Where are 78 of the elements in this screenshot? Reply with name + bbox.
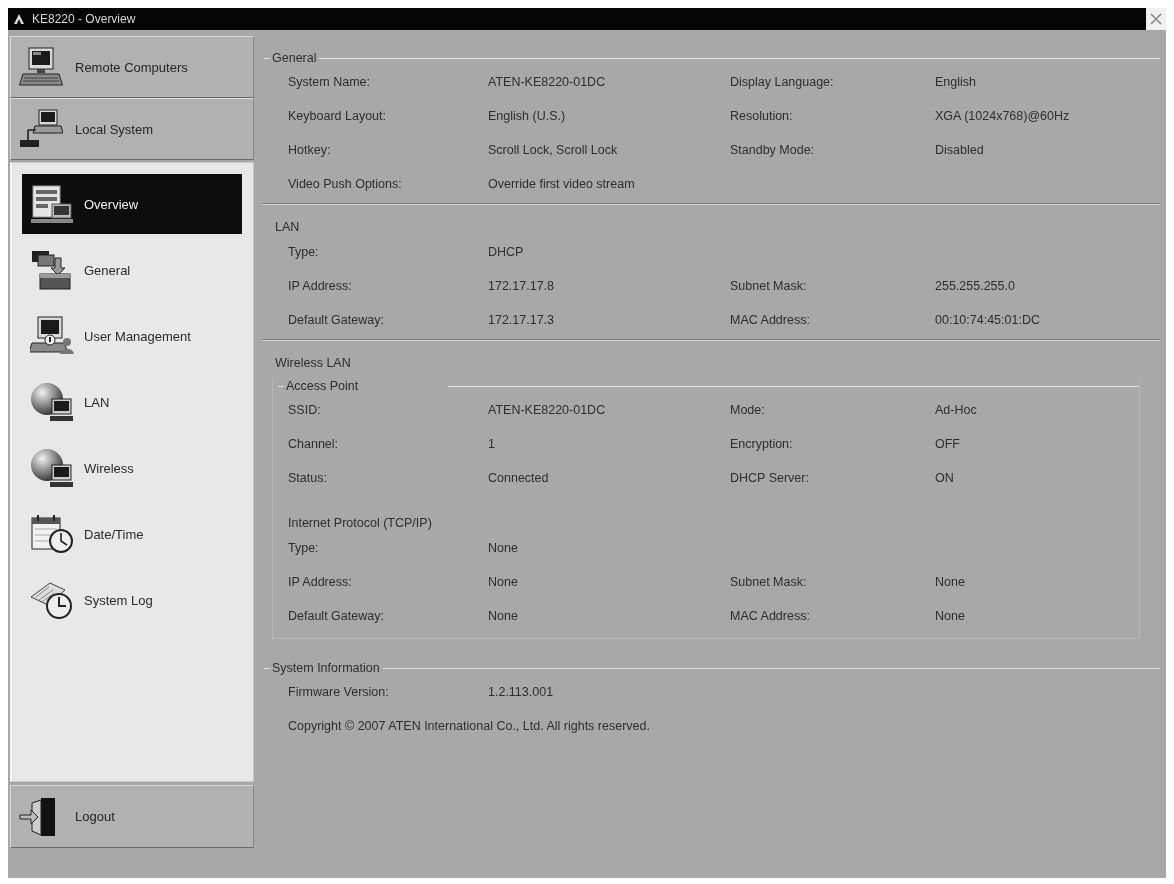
- section-title: System Information: [272, 661, 380, 675]
- field-value: None: [935, 575, 965, 589]
- field-value: ON: [935, 471, 954, 485]
- field-label: Channel:: [288, 437, 339, 451]
- field-value: None: [488, 575, 518, 589]
- logout-button[interactable]: Logout: [10, 785, 254, 848]
- section-title: General: [272, 51, 317, 65]
- field-value: Connected: [488, 471, 549, 485]
- logo-icon: [14, 14, 24, 24]
- globe-computer-icon: [30, 448, 74, 488]
- field-value: Ad-Hoc: [935, 403, 977, 417]
- field-value: OFF: [935, 437, 960, 451]
- field-value: ATEN-KE8220-01DC: [488, 75, 606, 89]
- field-value: English: [935, 75, 976, 89]
- menu-item[interactable]: User Management: [22, 306, 242, 366]
- field-value: 00:10:74:45:01:DC: [935, 313, 1040, 327]
- field-label: SSID:: [288, 403, 321, 417]
- calendar-clock-icon: [30, 514, 74, 554]
- field-value: English (U.S.): [488, 109, 566, 123]
- computer-network-icon: [19, 109, 63, 149]
- field-value: None: [488, 541, 518, 555]
- field-label: Standby Mode:: [730, 143, 815, 157]
- field-label: Default Gateway:: [288, 313, 384, 327]
- field-label: Subnet Mask:: [730, 279, 807, 293]
- menu-item[interactable]: General: [22, 240, 242, 300]
- copyright-text: Copyright © 2007 ATEN International Co., Ltd. All rights reserved.: [288, 719, 650, 733]
- field-label: Firmware Version:: [288, 685, 389, 699]
- field-value: None: [935, 609, 965, 623]
- computer-user-icon: [30, 316, 74, 356]
- folder-arrow-icon: [30, 250, 74, 290]
- field-value: Disabled: [935, 143, 984, 157]
- field-label: Encryption:: [730, 437, 793, 451]
- window-panels-icon: [30, 184, 74, 224]
- field-value: 172.17.17.8: [488, 279, 555, 293]
- window-title: KE8220 - Overview: [32, 12, 136, 26]
- menu-item[interactable]: Wireless: [22, 438, 242, 498]
- field-label: System Name:: [288, 75, 370, 89]
- menu-item[interactable]: LAN: [22, 372, 242, 432]
- field-label: Video Push Options:: [288, 177, 402, 191]
- field-label: Status:: [288, 471, 327, 485]
- section-title: LAN: [275, 219, 300, 235]
- field-value: 255.255.255.0: [935, 279, 1015, 293]
- close-icon: [1150, 13, 1162, 25]
- field-label: DHCP Server:: [730, 471, 809, 485]
- section-title: Access Point: [286, 379, 359, 393]
- field-value: ATEN-KE8220-01DC: [488, 403, 606, 417]
- field-label: Type:: [288, 541, 319, 555]
- field-value: 1: [488, 437, 495, 451]
- field-value: XGA (1024x768)@60Hz: [935, 109, 1070, 123]
- field-label: Keyboard Layout:: [288, 109, 386, 123]
- menu-item[interactable]: Overview: [22, 174, 242, 234]
- field-label: MAC Address:: [730, 313, 810, 327]
- field-value: None: [488, 609, 518, 623]
- menu-item[interactable]: Date/Time: [22, 504, 242, 564]
- mode-button[interactable]: Local System: [10, 98, 254, 160]
- field-label: Type:: [288, 245, 319, 259]
- monitor-icon: [19, 47, 63, 87]
- field-label: Resolution:: [730, 109, 793, 123]
- field-label: Hotkey:: [288, 143, 331, 157]
- field-label: Display Language:: [730, 75, 834, 89]
- menu-item[interactable]: System Log: [22, 570, 242, 630]
- field-value: Scroll Lock, Scroll Lock: [488, 143, 618, 157]
- mode-button[interactable]: Remote Computers: [10, 36, 254, 98]
- field-label: Default Gateway:: [288, 609, 384, 623]
- field-label: IP Address:: [288, 575, 352, 589]
- document-clock-icon: [30, 580, 74, 620]
- field-label: Subnet Mask:: [730, 575, 807, 589]
- field-label: MAC Address:: [730, 609, 810, 623]
- section-title: Wireless LAN: [275, 355, 351, 371]
- section-title: Internet Protocol (TCP/IP): [288, 515, 432, 531]
- field-value: Override first video stream: [488, 177, 635, 191]
- field-value: DHCP: [488, 245, 524, 259]
- field-label: IP Address:: [288, 279, 352, 293]
- field-value: 1.2.113.001: [488, 685, 554, 699]
- field-label: Mode:: [730, 403, 765, 417]
- globe-computer-icon: [30, 382, 74, 422]
- field-value: 172.17.17.3: [488, 313, 555, 327]
- close-button[interactable]: [1146, 8, 1166, 30]
